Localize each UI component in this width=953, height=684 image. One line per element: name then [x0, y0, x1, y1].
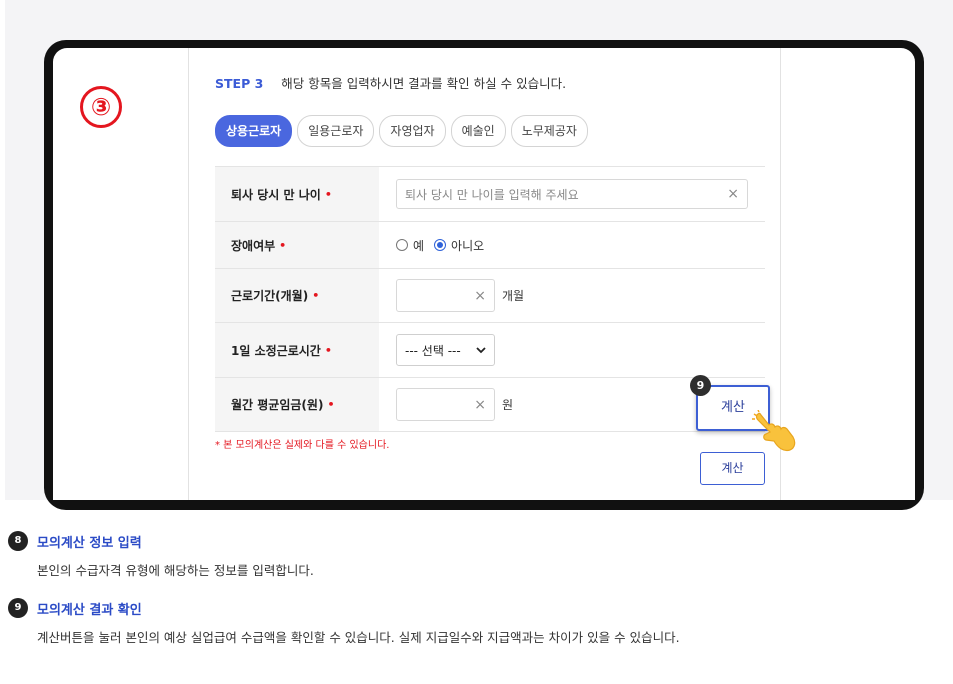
wage-label-text: 월간 평균임금(원)	[231, 398, 324, 412]
form-row-wage: 월간 평균임금(원) • × 원	[215, 378, 765, 432]
period-label: 근로기간(개월) •	[215, 269, 379, 322]
age-label: 퇴사 당시 만 나이 •	[215, 167, 379, 221]
clear-icon[interactable]: ×	[727, 186, 739, 202]
hours-select[interactable]: --- 선택 ---	[396, 334, 495, 366]
tab-daily-worker[interactable]: 일용근로자	[297, 115, 375, 147]
form-row-disability: 장애여부 • 예 아니오	[215, 222, 765, 269]
period-label-text: 근로기간(개월)	[231, 289, 309, 303]
hours-label: 1일 소정근로시간 •	[215, 323, 379, 377]
age-label-text: 퇴사 당시 만 나이	[231, 187, 321, 202]
clear-icon[interactable]: ×	[474, 397, 486, 413]
tab-artist[interactable]: 예술인	[450, 115, 506, 147]
radio-disability-yes[interactable]: 예	[396, 237, 424, 254]
step-marker: ③	[80, 86, 122, 128]
step-label: STEP 3	[215, 76, 264, 91]
description-title-8: 8 모의계산 정보 입력	[8, 531, 314, 551]
description-item-8: 8 모의계산 정보 입력 본인의 수급자격 유형에 해당하는 정보를 입력합니다…	[8, 531, 314, 579]
form-row-hours: 1일 소정근로시간 • --- 선택 ---	[215, 323, 765, 378]
required-mark: •	[324, 343, 332, 357]
period-value-cell: × 개월	[379, 269, 765, 322]
hours-label-text: 1일 소정근로시간	[231, 343, 321, 358]
wage-input[interactable]: ×	[396, 388, 495, 421]
age-input-placeholder: 퇴사 당시 만 나이를 입력해 주세요	[405, 187, 579, 202]
pointing-hand-icon	[752, 410, 796, 452]
tab-labor-provider[interactable]: 노무제공자	[510, 115, 588, 147]
number-badge-8: 8	[8, 531, 28, 551]
period-input[interactable]: ×	[396, 279, 495, 312]
description-title-text: 모의계산 정보 입력	[37, 535, 142, 551]
description-item-9: 9 모의계산 결과 확인 계산버튼을 눌러 본인의 예상 실업급여 수급액을 확…	[8, 598, 680, 646]
clear-icon[interactable]: ×	[474, 288, 486, 304]
required-mark: •	[279, 238, 287, 252]
disability-value-cell: 예 아니오	[379, 222, 765, 268]
step-heading: STEP 3 해당 항목을 입력하시면 결과를 확인 하실 수 있습니다.	[215, 73, 566, 92]
tab-regular-worker[interactable]: 상용근로자	[215, 115, 293, 147]
step-description: 해당 항목을 입력하시면 결과를 확인 하실 수 있습니다.	[281, 76, 567, 91]
description-text-9: 계산버튼을 눌러 본인의 예상 실업급여 수급액을 확인할 수 있습니다. 실제…	[37, 630, 680, 645]
required-mark: •	[312, 289, 320, 302]
worker-type-tabs: 상용근로자 일용근로자 자영업자 예술인 노무제공자	[215, 115, 588, 147]
required-mark: •	[327, 398, 335, 411]
description-text-8: 본인의 수급자격 유형에 해당하는 정보를 입력합니다.	[37, 563, 314, 578]
chevron-down-icon	[476, 347, 486, 354]
description-title-text: 모의계산 결과 확인	[37, 602, 142, 618]
age-input[interactable]: 퇴사 당시 만 나이를 입력해 주세요 ×	[396, 179, 748, 209]
tab-self-employed[interactable]: 자영업자	[379, 115, 446, 147]
radio-no-label: 아니오	[451, 238, 485, 253]
radio-yes-label: 예	[413, 238, 425, 253]
number-badge-9: 9	[8, 598, 28, 618]
radio-checked-icon	[434, 239, 447, 251]
description-title-9: 9 모의계산 결과 확인	[8, 598, 680, 618]
period-unit: 개월	[502, 289, 525, 303]
wage-unit: 원	[502, 398, 514, 412]
wage-label: 월간 평균임금(원) •	[215, 378, 379, 431]
disability-label-text: 장애여부	[231, 238, 276, 253]
age-value-cell: 퇴사 당시 만 나이를 입력해 주세요 ×	[379, 167, 765, 221]
step-9-badge: 9	[690, 375, 711, 396]
input-form: 퇴사 당시 만 나이 • 퇴사 당시 만 나이를 입력해 주세요 × 장애여부 …	[215, 166, 765, 432]
radio-unchecked-icon	[396, 239, 408, 251]
radio-disability-no[interactable]: 아니오	[434, 237, 484, 254]
disability-label: 장애여부 •	[215, 222, 379, 268]
calculate-button[interactable]: 계산	[700, 452, 765, 485]
disclaimer-note: * 본 모의계산은 실제와 다를 수 있습니다.	[215, 440, 390, 451]
form-row-age: 퇴사 당시 만 나이 • 퇴사 당시 만 나이를 입력해 주세요 ×	[215, 167, 765, 222]
form-row-period: 근로기간(개월) • × 개월	[215, 269, 765, 323]
hours-value-cell: --- 선택 ---	[379, 323, 765, 377]
required-mark: •	[324, 187, 332, 201]
hours-select-value: --- 선택 ---	[405, 343, 461, 358]
